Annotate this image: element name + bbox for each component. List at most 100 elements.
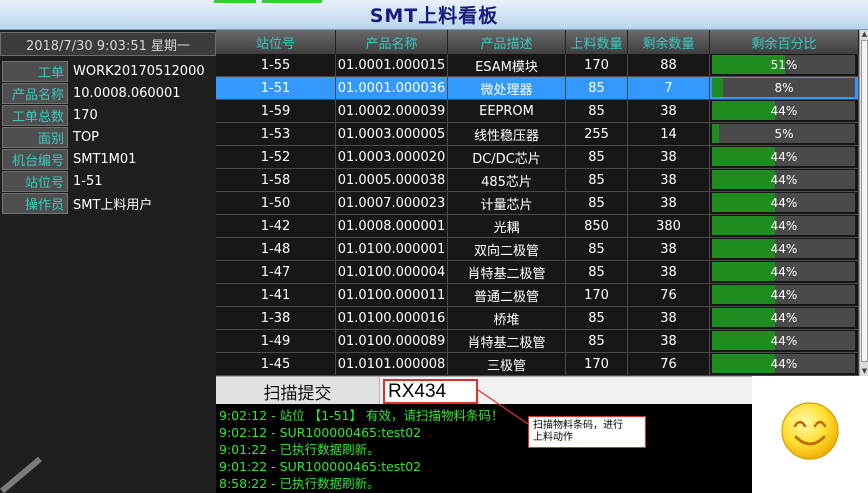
cell-remaining-percent: 44% [710, 284, 859, 306]
table-row[interactable]: 1-38 01.0100.000016 桥堆 85 38 44% [216, 307, 859, 330]
cell-product-name: 01.0100.000016 [336, 307, 448, 329]
cell-remaining-percent: 44% [710, 353, 859, 375]
datetime-display: 2018/7/30 9:03:51 星期一 [0, 32, 216, 56]
cell-product-name: 01.0100.000089 [336, 330, 448, 352]
table-row[interactable]: 1-55 01.0001.000015 ESAM模块 170 88 51% [216, 54, 859, 77]
cell-remaining-qty: 38 [628, 192, 710, 214]
info-row-operator: 操作员 SMT上料用户 [2, 193, 214, 215]
log-line: 8:58:22 - 已执行数据刷新。 [219, 476, 380, 491]
cell-product-desc: 桥堆 [448, 307, 566, 329]
cell-loaded-qty: 85 [566, 146, 628, 168]
cell-product-name: 01.0100.000011 [336, 284, 448, 306]
cell-station: 1-47 [216, 261, 336, 283]
column-header-product-name[interactable]: 产品名称 [336, 30, 448, 54]
table-row[interactable]: 1-41 01.0100.000011 普通二极管 170 76 44% [216, 284, 859, 307]
scrollbar-thumb[interactable] [861, 40, 868, 362]
progress-label: 5% [774, 127, 794, 141]
column-header-product-desc[interactable]: 产品描述 [448, 30, 566, 54]
progress-label: 44% [770, 265, 798, 279]
cell-station: 1-50 [216, 192, 336, 214]
cell-product-desc: 计量芯片 [448, 192, 566, 214]
progress-label: 44% [770, 196, 798, 210]
cell-loaded-qty: 85 [566, 261, 628, 283]
board-title: SMT上料看板 [369, 5, 499, 27]
cell-remaining-percent: 51% [710, 54, 859, 76]
cell-product-desc: 485芯片 [448, 169, 566, 191]
cell-product-desc: 光耦 [448, 215, 566, 237]
cell-station: 1-51 [216, 77, 336, 99]
barcode-input[interactable] [383, 379, 478, 404]
info-label-side: 面别 [2, 127, 68, 148]
title-decoration [262, 0, 322, 3]
progress-label: 51% [770, 58, 798, 72]
cell-product-desc: ESAM模块 [448, 54, 566, 76]
info-value-machine-no: SMT1M01 [73, 152, 137, 167]
table-row[interactable]: 1-42 01.0008.000001 光耦 850 380 44% [216, 215, 859, 238]
column-header-station[interactable]: 站位号 [216, 30, 336, 54]
cell-remaining-percent: 44% [710, 100, 859, 122]
table-row[interactable]: 1-48 01.0100.000001 双向二极管 85 38 44% [216, 238, 859, 261]
table-row[interactable]: 1-50 01.0007.000023 计量芯片 85 38 44% [216, 192, 859, 215]
cell-product-desc: 肖特基二极管 [448, 330, 566, 352]
table-row[interactable]: 1-53 01.0003.000005 线性稳压器 255 14 5% [216, 123, 859, 146]
cell-product-name: 01.0100.000004 [336, 261, 448, 283]
column-header-remaining-percent[interactable]: 剩余百分比 [710, 30, 859, 54]
cell-remaining-qty: 38 [628, 238, 710, 260]
log-line: 9:01:22 - 已执行数据刷新。 [219, 442, 380, 457]
cell-product-desc: 微处理器 [448, 77, 566, 99]
cell-product-name: 01.0001.000036 [336, 77, 448, 99]
cell-station: 1-52 [216, 146, 336, 168]
cell-loaded-qty: 85 [566, 77, 628, 99]
table-row[interactable]: 1-52 01.0003.000020 DC/DC芯片 85 38 44% [216, 146, 859, 169]
table-row[interactable]: 1-49 01.0100.000089 肖特基二极管 85 38 44% [216, 330, 859, 353]
progress-label: 44% [770, 104, 798, 118]
cell-loaded-qty: 85 [566, 169, 628, 191]
column-header-remaining-qty[interactable]: 剩余数量 [628, 30, 710, 54]
arrow-up-icon[interactable]: ▲ [860, 30, 868, 39]
info-value-operator: SMT上料用户 [73, 198, 153, 213]
cell-loaded-qty: 170 [566, 353, 628, 375]
title-decoration [214, 0, 256, 3]
cell-remaining-qty: 76 [628, 284, 710, 306]
table-row[interactable]: 1-58 01.0005.000038 485芯片 85 38 44% [216, 169, 859, 192]
info-value-work-order: WORK20170512000 [73, 64, 205, 79]
cell-station: 1-58 [216, 169, 336, 191]
table-row[interactable]: 1-45 01.0101.000008 三极管 170 76 44% [216, 353, 859, 376]
table-row[interactable]: 1-59 01.0002.000039 EEPROM 85 38 44% [216, 100, 859, 123]
log-line: 9:02:12 - SUR100000465:test02 [219, 425, 422, 440]
callout-annotation: 扫描物料条码，进行 上料动作 [528, 416, 646, 448]
info-label-work-order: 工单 [2, 61, 68, 82]
scan-submit-button[interactable]: 扫描提交 [216, 377, 380, 405]
cell-remaining-qty: 38 [628, 100, 710, 122]
cell-product-name: 01.0003.000005 [336, 123, 448, 145]
cell-product-desc: EEPROM [448, 100, 566, 122]
table-row[interactable]: 1-47 01.0100.000004 肖特基二极管 85 38 44% [216, 261, 859, 284]
table-scrollbar[interactable]: ▲ ▼ [859, 30, 868, 376]
cell-remaining-qty: 38 [628, 330, 710, 352]
cell-station: 1-41 [216, 284, 336, 306]
cell-product-desc: 肖特基二极管 [448, 261, 566, 283]
info-value-order-total: 170 [73, 108, 98, 123]
table-body: 1-55 01.0001.000015 ESAM模块 170 88 51% 1-51 01.0… [216, 54, 859, 376]
info-value-side: TOP [73, 130, 100, 145]
cell-station: 1-49 [216, 330, 336, 352]
cell-remaining-qty: 38 [628, 307, 710, 329]
cell-product-desc: 双向二极管 [448, 238, 566, 260]
cell-remaining-percent: 44% [710, 169, 859, 191]
material-table[interactable]: 站位号 产品名称 产品描述 上料数量 剩余数量 剩余百分比 1-55 01.000… [216, 30, 859, 376]
progress-label: 44% [770, 242, 798, 256]
cell-product-desc: DC/DC芯片 [448, 146, 566, 168]
cell-product-name: 01.0005.000038 [336, 169, 448, 191]
info-panel: 2018/7/30 9:03:51 星期一 工单 WORK20170512000 产… [0, 30, 216, 493]
arrow-down-icon[interactable]: ▼ [860, 367, 868, 376]
cell-product-name: 01.0100.000001 [336, 238, 448, 260]
cell-remaining-percent: 44% [710, 238, 859, 260]
cell-remaining-percent: 8% [710, 77, 859, 99]
cell-remaining-qty: 88 [628, 54, 710, 76]
cell-remaining-percent: 44% [710, 215, 859, 237]
column-header-loaded-qty[interactable]: 上料数量 [566, 30, 628, 54]
cell-loaded-qty: 170 [566, 54, 628, 76]
cell-remaining-percent: 44% [710, 261, 859, 283]
info-row-machine-no: 机台编号 SMT1M01 [2, 149, 214, 171]
table-row[interactable]: 1-51 01.0001.000036 微处理器 85 7 8% [216, 77, 859, 100]
